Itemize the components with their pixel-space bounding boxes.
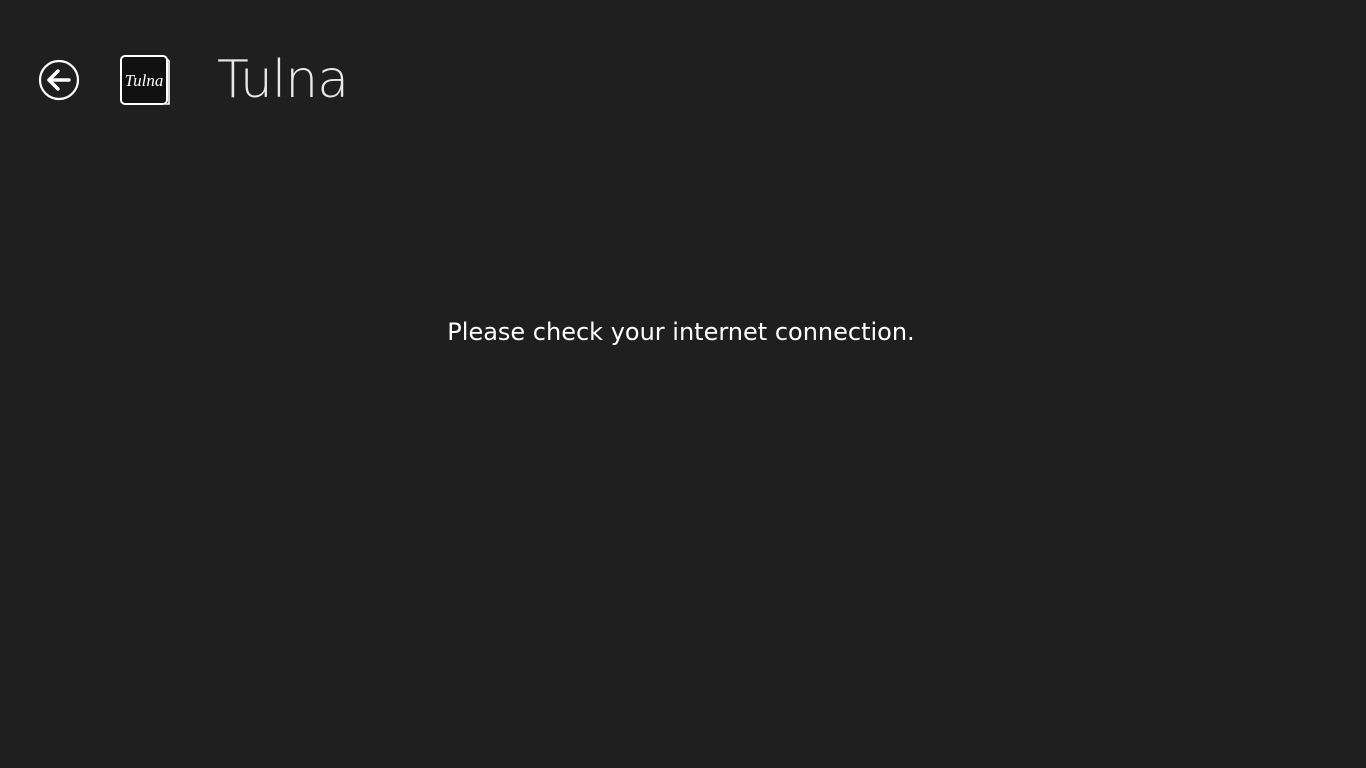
page-header: Tulna Tulna (0, 0, 1366, 140)
back-button[interactable] (38, 59, 80, 101)
app-logo-text: Tulna (125, 71, 164, 90)
app-page: Tulna Tulna Please check your internet c… (0, 0, 1366, 768)
app-logo: Tulna (120, 55, 171, 106)
page-title: Tulna (217, 50, 349, 110)
connection-error-message: Please check your internet connection. (447, 318, 915, 346)
back-arrow-circle-icon (38, 59, 80, 101)
